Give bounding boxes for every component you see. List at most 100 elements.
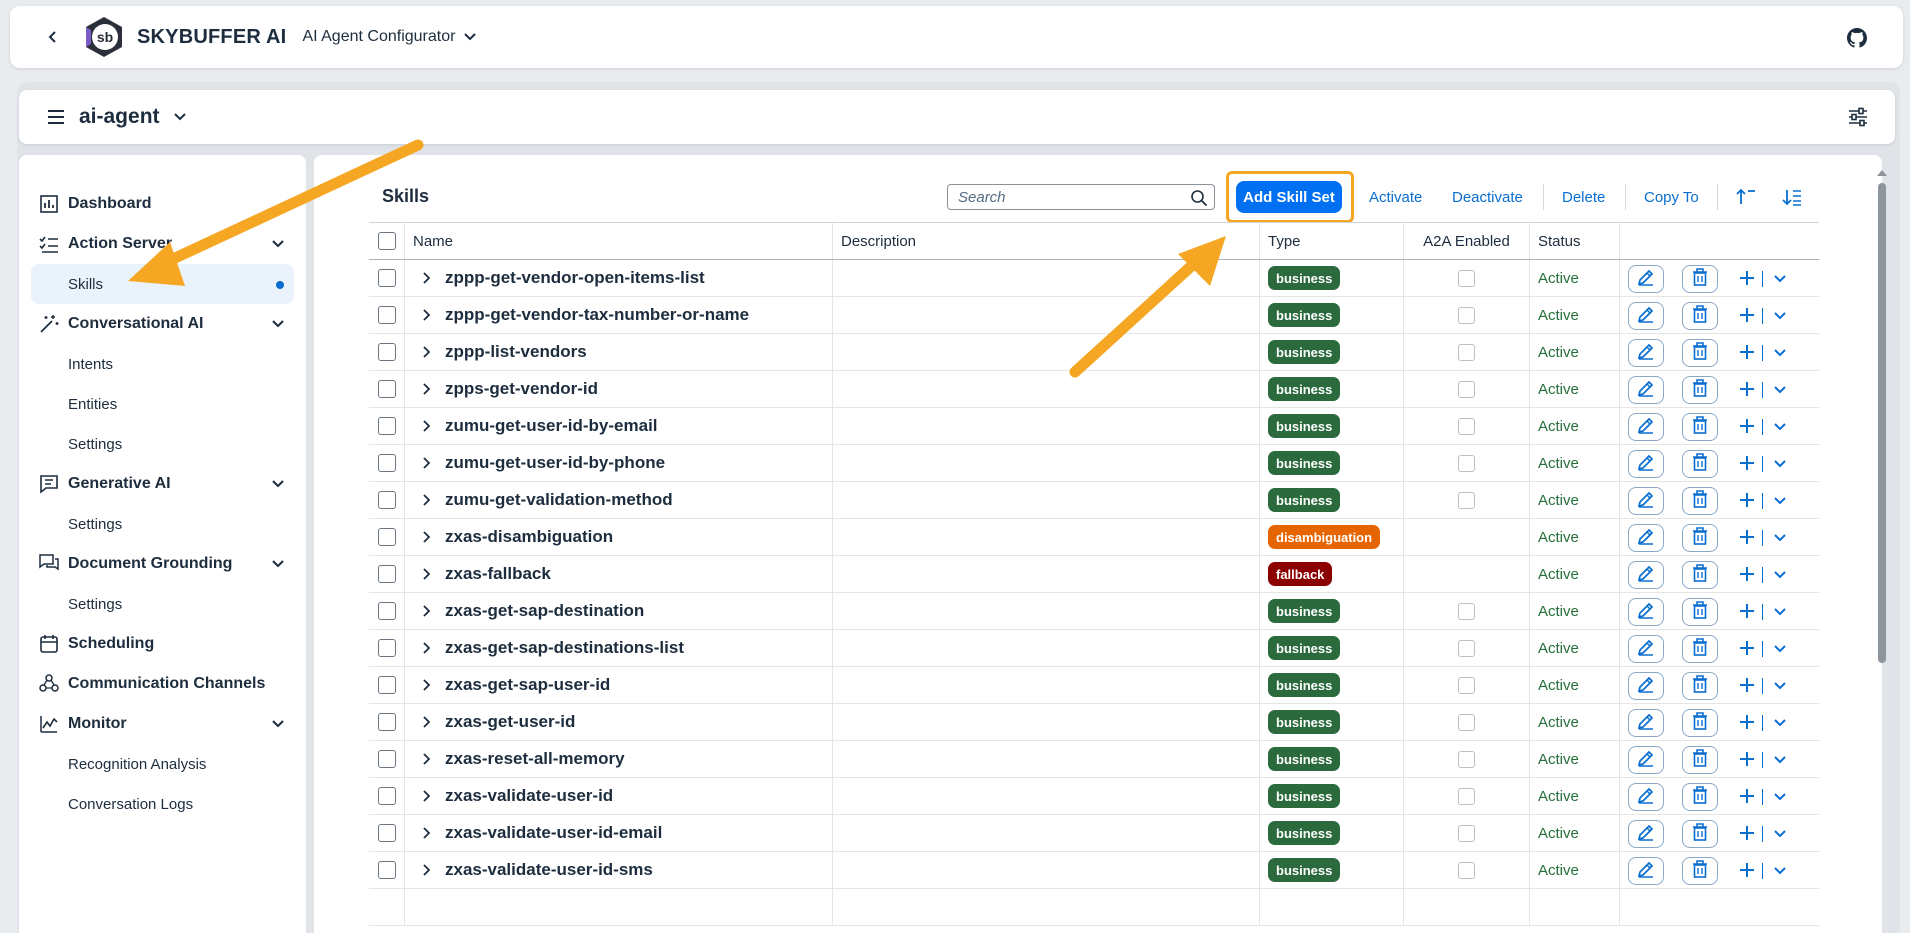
row-checkbox[interactable] [377, 269, 396, 287]
a2a-checkbox[interactable] [1458, 750, 1475, 768]
delete-row-button[interactable] [1682, 672, 1718, 700]
table-row[interactable]: zumu-get-validation-method business Active [369, 482, 1819, 519]
chevron-down-icon[interactable] [1772, 789, 1788, 805]
plus-icon[interactable] [1737, 638, 1757, 658]
row-checkbox[interactable] [377, 380, 396, 398]
sidebar-item-generative-settings[interactable]: Settings [19, 504, 306, 544]
chevron-right-icon[interactable] [419, 419, 433, 433]
plus-icon[interactable] [1737, 860, 1757, 880]
delete-row-button[interactable] [1682, 783, 1718, 811]
a2a-checkbox[interactable] [1458, 861, 1475, 879]
table-row[interactable]: zxas-validate-user-id-email business Activ… [369, 815, 1819, 852]
delete-row-button[interactable] [1682, 709, 1718, 737]
table-row[interactable]: zumu-get-user-id-by-email business Active [369, 408, 1819, 445]
delete-row-button[interactable] [1682, 857, 1718, 885]
skill-name[interactable]: zxas-get-sap-destination [445, 601, 644, 621]
delete-row-button[interactable] [1682, 265, 1718, 293]
search-input[interactable] [958, 188, 1178, 206]
chevron-down-icon[interactable] [270, 556, 286, 572]
skill-name[interactable]: zumu-get-user-id-by-email [445, 416, 658, 436]
skill-name[interactable]: zxas-validate-user-id-email [445, 823, 662, 843]
edit-button[interactable] [1628, 561, 1664, 589]
edit-button[interactable] [1628, 709, 1664, 737]
chevron-right-icon[interactable] [419, 641, 433, 655]
table-row[interactable]: zxas-validate-user-id business Active [369, 778, 1819, 815]
settings-sliders-icon[interactable] [1847, 106, 1869, 128]
edit-button[interactable] [1628, 487, 1664, 515]
delete-row-button[interactable] [1682, 524, 1718, 552]
sort-descending-icon[interactable] [1781, 186, 1803, 208]
delete-row-button[interactable] [1682, 487, 1718, 515]
chevron-down-icon[interactable] [1772, 715, 1788, 731]
skill-name[interactable]: zumu-get-user-id-by-phone [445, 453, 665, 473]
edit-button[interactable] [1628, 450, 1664, 478]
sidebar-item-entities[interactable]: Entities [19, 384, 306, 424]
row-checkbox[interactable] [377, 861, 396, 879]
table-row[interactable]: zxas-fallback fallback Active [369, 556, 1819, 593]
table-row[interactable]: zppp-get-vendor-open-items-list business A… [369, 260, 1819, 297]
hamburger-menu-icon[interactable] [45, 106, 67, 128]
row-checkbox[interactable] [377, 565, 396, 583]
table-row[interactable]: zxas-validate-user-id-sms business Active [369, 852, 1819, 889]
delete-row-button[interactable] [1682, 820, 1718, 848]
sidebar-item-action-server[interactable]: Action Server [19, 224, 306, 264]
select-all-checkbox[interactable] [377, 232, 396, 250]
chevron-down-icon[interactable] [1772, 530, 1788, 546]
row-checkbox[interactable] [377, 713, 396, 731]
sidebar-item-conversation-logs[interactable]: Conversation Logs [19, 784, 306, 824]
edit-button[interactable] [1628, 746, 1664, 774]
sidebar-item-document-grounding[interactable]: Document Grounding [19, 544, 306, 584]
row-checkbox[interactable] [377, 454, 396, 472]
row-checkbox[interactable] [377, 343, 396, 361]
edit-button[interactable] [1628, 857, 1664, 885]
search-field[interactable] [947, 184, 1215, 210]
edit-button[interactable] [1628, 672, 1664, 700]
search-icon[interactable] [1190, 189, 1208, 207]
a2a-checkbox[interactable] [1458, 306, 1475, 324]
skill-name[interactable]: zxas-reset-all-memory [445, 749, 625, 769]
skill-name[interactable]: zxas-validate-user-id [445, 786, 613, 806]
delete-row-button[interactable] [1682, 598, 1718, 626]
plus-icon[interactable] [1737, 490, 1757, 510]
chevron-right-icon[interactable] [419, 678, 433, 692]
table-row[interactable]: zxas-disambiguation disambiguation Active [369, 519, 1819, 556]
edit-button[interactable] [1628, 783, 1664, 811]
skill-name[interactable]: zxas-get-sap-destinations-list [445, 638, 684, 658]
edit-button[interactable] [1628, 413, 1664, 441]
plus-icon[interactable] [1737, 416, 1757, 436]
plus-icon[interactable] [1737, 527, 1757, 547]
chevron-right-icon[interactable] [419, 456, 433, 470]
chevron-down-icon[interactable] [1772, 493, 1788, 509]
sidebar-item-intents[interactable]: Intents [19, 344, 306, 384]
row-checkbox[interactable] [377, 787, 396, 805]
plus-icon[interactable] [1737, 564, 1757, 584]
chevron-down-icon[interactable] [1772, 678, 1788, 694]
a2a-checkbox[interactable] [1458, 454, 1475, 472]
edit-button[interactable] [1628, 820, 1664, 848]
plus-icon[interactable] [1737, 712, 1757, 732]
chevron-down-icon[interactable] [1772, 567, 1788, 583]
sidebar-item-recognition-analysis[interactable]: Recognition Analysis [19, 744, 306, 784]
column-header-type[interactable]: Type [1260, 223, 1404, 259]
sidebar-item-conversational-settings[interactable]: Settings [19, 424, 306, 464]
delete-row-button[interactable] [1682, 746, 1718, 774]
chevron-right-icon[interactable] [419, 308, 433, 322]
delete-row-button[interactable] [1682, 376, 1718, 404]
edit-button[interactable] [1628, 265, 1664, 293]
skill-name[interactable]: zppp-list-vendors [445, 342, 587, 362]
skill-name[interactable]: zxas-validate-user-id-sms [445, 860, 653, 880]
chevron-down-icon[interactable] [1772, 382, 1788, 398]
row-checkbox[interactable] [377, 491, 396, 509]
skill-name[interactable]: zppp-get-vendor-tax-number-or-name [445, 305, 749, 325]
activate-button[interactable]: Activate [1369, 189, 1422, 206]
plus-icon[interactable] [1737, 379, 1757, 399]
github-icon[interactable] [1847, 28, 1867, 48]
skill-name[interactable]: zppp-get-vendor-open-items-list [445, 268, 705, 288]
row-checkbox[interactable] [377, 639, 396, 657]
table-row[interactable]: zxas-get-sap-destinations-list business Ac… [369, 630, 1819, 667]
sort-ascending-icon[interactable] [1735, 186, 1757, 208]
edit-button[interactable] [1628, 339, 1664, 367]
chevron-down-icon[interactable] [1772, 419, 1788, 435]
a2a-checkbox[interactable] [1458, 602, 1475, 620]
edit-button[interactable] [1628, 598, 1664, 626]
